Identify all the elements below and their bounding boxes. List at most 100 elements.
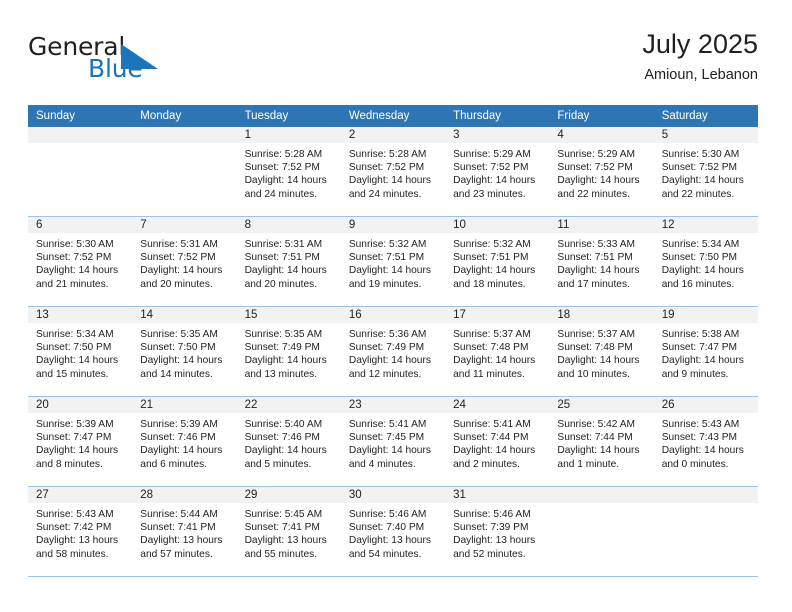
sunrise-text: Sunrise: 5:37 AM xyxy=(557,329,635,340)
day-cell[interactable]: 12 Sunrise: 5:34 AM Sunset: 7:50 PM Dayligh… xyxy=(653,216,758,307)
day-cell[interactable]: 27 Sunrise: 5:43 AM Sunset: 7:42 PM Dayligh… xyxy=(28,486,133,577)
sunset-text: Sunset: 7:47 PM xyxy=(661,342,738,354)
sunrise-text: Sunrise: 5:31 AM xyxy=(244,239,323,250)
day-cell[interactable]: 14 Sunrise: 5:35 AM Sunset: 7:50 PM Dayligh… xyxy=(132,306,237,397)
sunset-text: Sunset: 7:48 PM xyxy=(557,342,633,354)
day-details: Sunrise: 5:39 AM Sunset: 7:47 PM Daylight:… xyxy=(28,413,132,471)
day-cell[interactable]: 15 Sunrise: 5:35 AM Sunset: 7:49 PM Dayligh… xyxy=(236,306,341,397)
day-number: 11 xyxy=(549,217,654,233)
day-cell[interactable]: 5 Sunrise: 5:30 AM Sunset: 7:52 PM Daylight… xyxy=(653,127,758,217)
day-number: 7 xyxy=(132,217,237,233)
sunrise-text: Sunrise: 5:35 AM xyxy=(244,329,323,340)
sunrise-text: Sunrise: 5:39 AM xyxy=(36,419,114,430)
sunset-text: Sunset: 7:51 PM xyxy=(244,252,320,264)
day-cell[interactable]: 10 Sunrise: 5:32 AM Sunset: 7:51 PM Dayligh… xyxy=(445,216,550,307)
daylight-text: Daylight: 14 hours and 20 minutes. xyxy=(244,265,327,290)
calendar-grid: Sunday Monday Tuesday Wednesday Thursday Frid… xyxy=(28,105,758,577)
daylight-text: Daylight: 14 hours and 16 minutes. xyxy=(661,265,744,290)
day-number: 28 xyxy=(132,487,237,503)
day-cell[interactable]: 23 Sunrise: 5:41 AM Sunset: 7:45 PM Dayligh… xyxy=(340,396,446,487)
day-details: Sunrise: 5:46 AM Sunset: 7:39 PM Daylight:… xyxy=(445,503,549,561)
day-cell[interactable]: 4 Sunrise: 5:29 AM Sunset: 7:52 PM Daylight… xyxy=(549,127,654,217)
day-cell[interactable]: 22 Sunrise: 5:40 AM Sunset: 7:46 PM Dayligh… xyxy=(236,396,341,487)
day-cell[interactable]: 21 Sunrise: 5:39 AM Sunset: 7:46 PM Dayligh… xyxy=(132,396,237,487)
day-cell[interactable]: 8 Sunrise: 5:31 AM Sunset: 7:51 PM Daylight… xyxy=(236,216,341,307)
sunset-text: Sunset: 7:51 PM xyxy=(557,252,633,264)
day-cell-empty xyxy=(549,486,654,577)
day-cell[interactable]: 1 Sunrise: 5:28 AM Sunset: 7:52 PM Daylight… xyxy=(236,127,341,217)
daylight-text: Daylight: 14 hours and 22 minutes. xyxy=(661,175,744,200)
day-cell[interactable]: 31 Sunrise: 5:46 AM Sunset: 7:39 PM Dayligh… xyxy=(445,486,550,577)
day-number: 14 xyxy=(132,307,237,323)
daylight-text: Daylight: 14 hours and 13 minutes. xyxy=(244,355,327,380)
day-cell[interactable]: 3 Sunrise: 5:29 AM Sunset: 7:52 PM Daylight… xyxy=(445,127,550,217)
day-details: Sunrise: 5:37 AM Sunset: 7:48 PM Daylight:… xyxy=(445,323,549,381)
day-cell[interactable]: 28 Sunrise: 5:44 AM Sunset: 7:41 PM Dayligh… xyxy=(132,486,237,577)
sunset-text: Sunset: 7:41 PM xyxy=(140,522,216,534)
brand-logo[interactable]: General Blue xyxy=(28,32,258,92)
sunset-text: Sunset: 7:46 PM xyxy=(140,432,216,444)
day-details: Sunrise: 5:35 AM Sunset: 7:49 PM Daylight:… xyxy=(237,323,341,381)
daylight-text: Daylight: 14 hours and 14 minutes. xyxy=(140,355,223,380)
day-number: 27 xyxy=(28,487,133,503)
day-details: Sunrise: 5:43 AM Sunset: 7:42 PM Daylight:… xyxy=(28,503,132,561)
sunrise-text: Sunrise: 5:32 AM xyxy=(453,239,531,250)
sunrise-text: Sunrise: 5:29 AM xyxy=(557,149,635,160)
day-cell[interactable]: 6 Sunrise: 5:30 AM Sunset: 7:52 PM Daylight… xyxy=(28,216,133,307)
day-cell[interactable]: 25 Sunrise: 5:42 AM Sunset: 7:44 PM Dayligh… xyxy=(549,396,654,487)
day-cell[interactable]: 18 Sunrise: 5:37 AM Sunset: 7:48 PM Dayligh… xyxy=(549,306,654,397)
day-details: Sunrise: 5:45 AM Sunset: 7:41 PM Daylight:… xyxy=(237,503,341,561)
calendar-week-row: 6 Sunrise: 5:30 AM Sunset: 7:52 PM Daylight… xyxy=(28,216,758,307)
sunset-text: Sunset: 7:51 PM xyxy=(453,252,529,264)
day-details: Sunrise: 5:36 AM Sunset: 7:49 PM Daylight:… xyxy=(341,323,445,381)
sunrise-text: Sunrise: 5:34 AM xyxy=(661,239,740,250)
day-cell[interactable]: 19 Sunrise: 5:38 AM Sunset: 7:47 PM Dayligh… xyxy=(653,306,758,397)
day-number: 23 xyxy=(340,397,446,413)
day-number: 10 xyxy=(445,217,550,233)
day-cell[interactable]: 17 Sunrise: 5:37 AM Sunset: 7:48 PM Dayligh… xyxy=(445,306,550,397)
sunset-text: Sunset: 7:44 PM xyxy=(453,432,529,444)
day-cell[interactable]: 7 Sunrise: 5:31 AM Sunset: 7:52 PM Daylight… xyxy=(132,216,237,307)
daylight-text: Daylight: 13 hours and 54 minutes. xyxy=(348,535,431,560)
sunrise-text: Sunrise: 5:43 AM xyxy=(661,419,740,430)
weekday-header-tuesday: Tuesday xyxy=(236,105,341,127)
day-cell[interactable]: 30 Sunrise: 5:46 AM Sunset: 7:40 PM Dayligh… xyxy=(340,486,446,577)
sunset-text: Sunset: 7:52 PM xyxy=(557,162,633,174)
day-cell[interactable]: 26 Sunrise: 5:43 AM Sunset: 7:43 PM Dayligh… xyxy=(653,396,758,487)
sunset-text: Sunset: 7:51 PM xyxy=(348,252,425,264)
weekday-header-friday: Friday xyxy=(549,105,654,127)
sunset-text: Sunset: 7:43 PM xyxy=(661,432,738,444)
sunset-text: Sunset: 7:49 PM xyxy=(348,342,425,354)
day-cell[interactable]: 13 Sunrise: 5:34 AM Sunset: 7:50 PM Dayligh… xyxy=(28,306,133,397)
day-details: Sunrise: 5:35 AM Sunset: 7:50 PM Daylight:… xyxy=(132,323,236,381)
day-number: 18 xyxy=(549,307,654,323)
weekday-header-thursday: Thursday xyxy=(445,105,550,127)
daylight-text: Daylight: 13 hours and 58 minutes. xyxy=(36,535,119,560)
sunset-text: Sunset: 7:41 PM xyxy=(244,522,320,534)
day-cell[interactable]: 11 Sunrise: 5:33 AM Sunset: 7:51 PM Dayligh… xyxy=(549,216,654,307)
day-details: Sunrise: 5:43 AM Sunset: 7:43 PM Daylight:… xyxy=(654,413,758,471)
daylight-text: Daylight: 13 hours and 55 minutes. xyxy=(244,535,327,560)
sunset-text: Sunset: 7:45 PM xyxy=(348,432,425,444)
day-cell[interactable]: 2 Sunrise: 5:28 AM Sunset: 7:52 PM Daylight… xyxy=(340,127,446,217)
day-cell[interactable]: 9 Sunrise: 5:32 AM Sunset: 7:51 PM Daylight… xyxy=(340,216,446,307)
day-number: 4 xyxy=(549,127,654,143)
day-details: Sunrise: 5:40 AM Sunset: 7:46 PM Daylight:… xyxy=(237,413,341,471)
day-cell[interactable]: 16 Sunrise: 5:36 AM Sunset: 7:49 PM Dayligh… xyxy=(340,306,446,397)
sunset-text: Sunset: 7:52 PM xyxy=(140,252,216,264)
calendar-page: General Blue July 2025 Amioun, Lebanon S… xyxy=(0,0,792,612)
day-details: Sunrise: 5:34 AM Sunset: 7:50 PM Daylight:… xyxy=(654,233,758,291)
day-cell[interactable]: 20 Sunrise: 5:39 AM Sunset: 7:47 PM Dayligh… xyxy=(28,396,133,487)
day-cell[interactable]: 29 Sunrise: 5:45 AM Sunset: 7:41 PM Dayligh… xyxy=(236,486,341,577)
day-details: Sunrise: 5:32 AM Sunset: 7:51 PM Daylight:… xyxy=(445,233,549,291)
daylight-text: Daylight: 14 hours and 18 minutes. xyxy=(453,265,536,290)
day-number: 5 xyxy=(653,127,758,143)
day-details: Sunrise: 5:44 AM Sunset: 7:41 PM Daylight:… xyxy=(132,503,236,561)
daylight-text: Daylight: 14 hours and 1 minute. xyxy=(557,445,640,470)
day-number xyxy=(132,127,237,143)
sunset-text: Sunset: 7:48 PM xyxy=(453,342,529,354)
day-cell[interactable]: 24 Sunrise: 5:41 AM Sunset: 7:44 PM Dayligh… xyxy=(445,396,550,487)
weekday-header-saturday: Saturday xyxy=(653,105,758,127)
weekday-header-monday: Monday xyxy=(132,105,237,127)
sunrise-text: Sunrise: 5:41 AM xyxy=(348,419,427,430)
